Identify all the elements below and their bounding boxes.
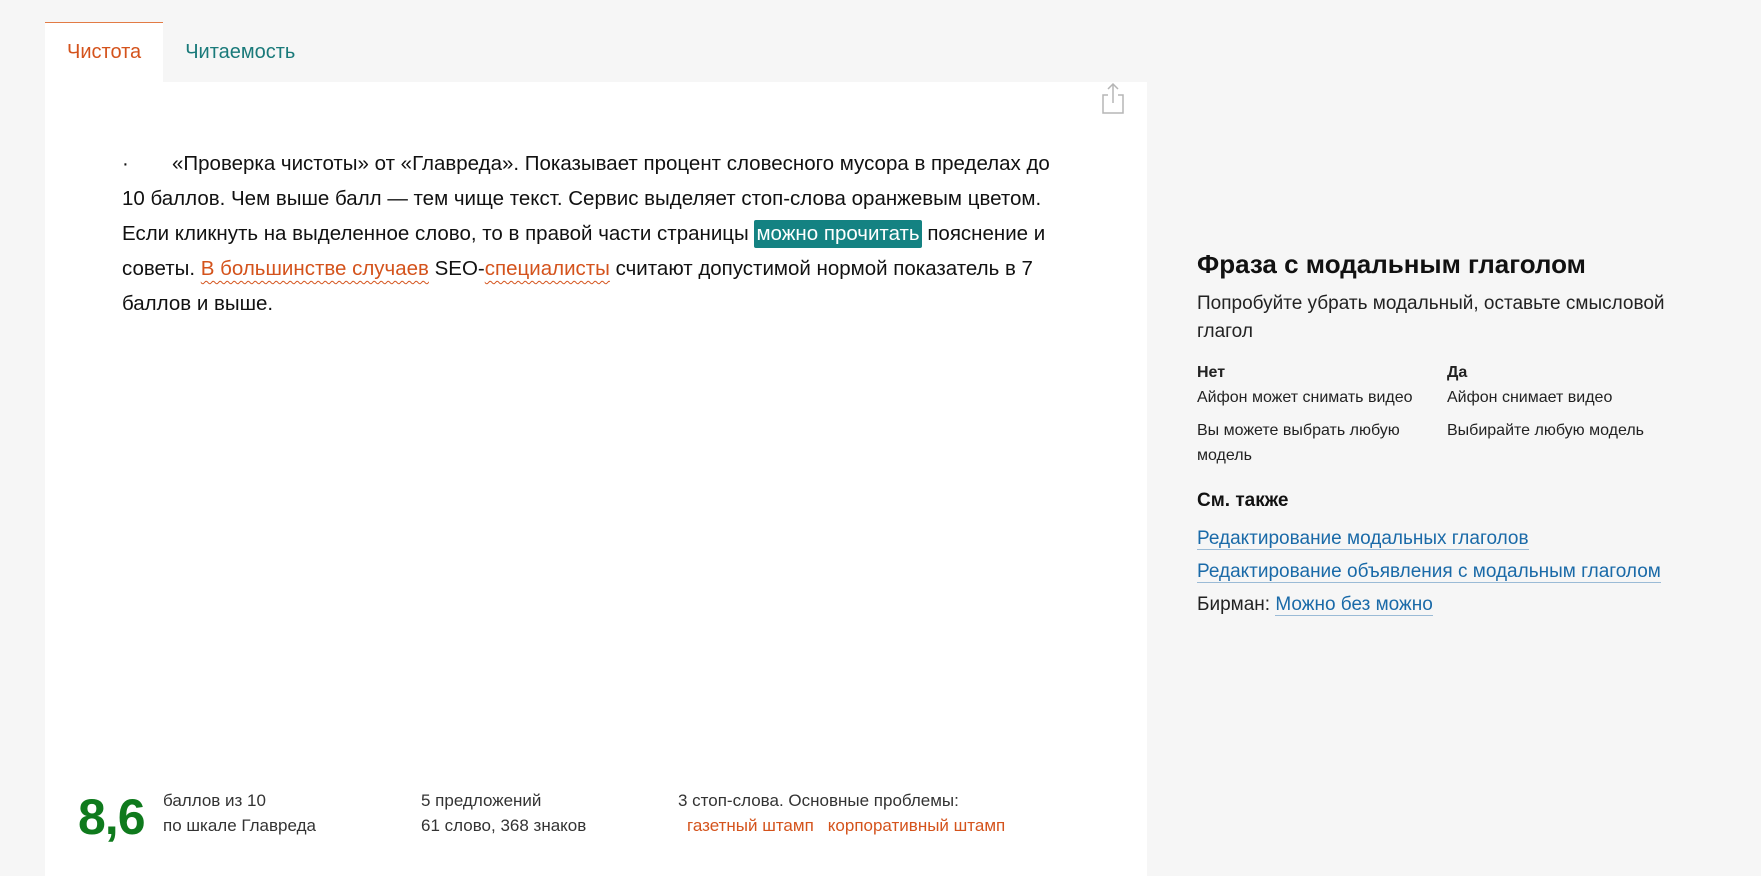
text-segment: SEO- [428,257,485,280]
stopword-highlight[interactable]: специалисты [485,257,610,280]
bullet-marker: · [122,152,129,175]
see-also-links: Редактирование модальных глаголов Редакт… [1197,522,1717,621]
tab-bar: Чистота Читаемость [45,22,317,82]
examples-header-yes: Да [1447,364,1468,381]
example-good: Выбирайте любую модель [1447,422,1645,439]
problem-corporate-cliche[interactable]: корпоративный штамп [828,816,1005,835]
score-caption-line: баллов из 10 [163,791,266,810]
word-char-count: 61 слово, 368 знаков [421,816,587,835]
score-caption: баллов из 10 по шкале Главреда [163,788,316,838]
score-value: 8,6 [78,789,146,845]
sentence-count: 5 предложений [421,791,542,810]
editor-panel: · «Проверка чистоты» от «Главреда». Показ… [45,82,1147,876]
highlighted-phrase-active[interactable]: можно прочитать [754,220,922,248]
score-caption-line: по шкале Главреда [163,816,316,835]
link-modal-verbs-editing[interactable]: Редактирование модальных глаголов [1197,528,1529,550]
tab-readability[interactable]: Читаемость [163,22,317,82]
examples-header-no: Нет [1197,364,1226,381]
stopword-summary: 3 стоп-слова. Основные проблемы: газетны… [678,788,1010,838]
problem-list: газетный штамп корпоративный штамп [678,813,1010,838]
problem-newspaper-cliche[interactable]: газетный штамп [687,816,814,835]
stopword-count: 3 стоп-слова. Основные проблемы: [678,791,959,810]
stats-bar: 8,6 баллов из 10 по шкале Главреда 5 пре… [78,788,1128,858]
share-button[interactable] [1099,82,1127,116]
see-also-heading: См. также [1197,490,1289,511]
tab-purity[interactable]: Чистота [45,22,164,82]
share-icon [1102,82,1124,114]
example-bad: Айфон может снимать видео [1197,389,1413,406]
advice-title: Фраза с модальным глаголом [1197,249,1586,279]
advice-description: Попробуйте убрать модальный, оставьте см… [1197,293,1665,342]
example-good: Айфон снимает видео [1447,389,1613,406]
text-counts: 5 предложений 61 слово, 368 знаков [421,788,586,838]
example-bad: Вы можете выбрать любую модель [1197,422,1400,464]
link-ad-editing[interactable]: Редактирование объявления с модальным гл… [1197,561,1661,583]
examples-table: Нет Да Айфон может снимать видео Айфон с… [1197,360,1717,476]
link-birman-article[interactable]: Можно без можно [1275,594,1433,616]
stopword-highlight[interactable]: В большинстве случаев [201,257,429,280]
editor-text[interactable]: · «Проверка чистоты» от «Главреда». Показ… [122,146,1062,321]
advice-panel: Фраза с модальным глаголом Попробуйте уб… [1197,246,1717,621]
birman-label: Бирман: [1197,594,1276,615]
